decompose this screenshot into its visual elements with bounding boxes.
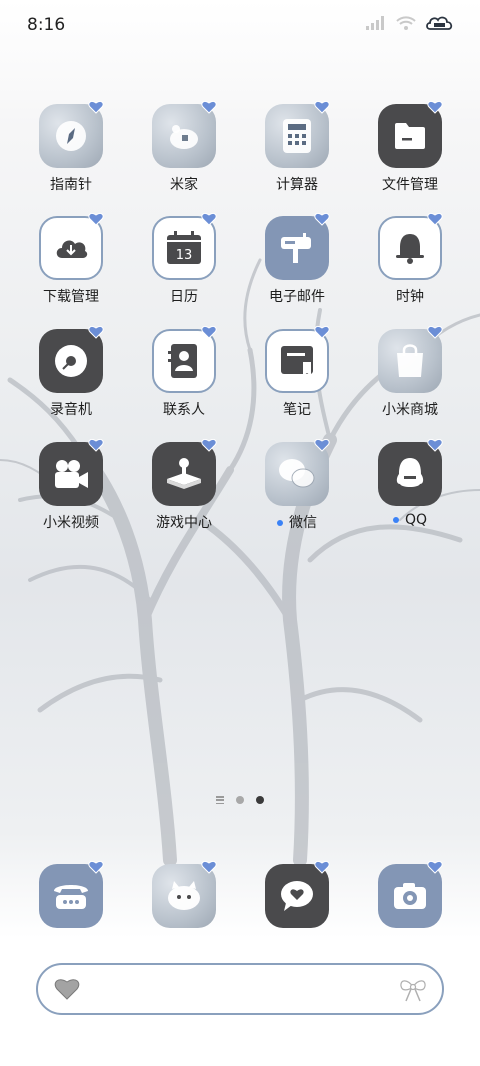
app-compass[interactable]: 指南针 <box>16 101 126 194</box>
calendar-day: 13 <box>176 248 193 263</box>
wifi-icon <box>396 16 416 30</box>
heart-badge-icon <box>427 326 443 339</box>
battery-cloud-icon <box>426 16 453 30</box>
app-calendar[interactable]: 13 日历 <box>129 213 239 306</box>
app-recorder[interactable]: 录音机 <box>16 326 126 419</box>
heart-badge-icon <box>314 326 330 339</box>
app-label: 录音机 <box>50 402 92 418</box>
video-camera-icon <box>55 460 88 488</box>
app-label: 指南针 <box>50 177 92 193</box>
app-label: 联系人 <box>163 402 205 418</box>
mailbox-icon <box>281 233 311 263</box>
heart-badge-icon <box>314 861 330 874</box>
app-label: 笔记 <box>283 402 311 418</box>
dock-messages[interactable] <box>129 861 239 928</box>
wechat-icon <box>279 459 315 488</box>
heart-badge-icon <box>201 213 217 226</box>
page-indicator[interactable] <box>0 796 480 804</box>
calculator-icon <box>283 119 311 153</box>
page-dot-active <box>256 796 264 804</box>
app-label: 小米视频 <box>43 515 99 531</box>
app-qq[interactable]: QQ <box>355 439 465 528</box>
dock-camera[interactable] <box>355 861 465 928</box>
heart-badge-icon <box>201 101 217 114</box>
app-label: 日历 <box>170 289 198 305</box>
chat-heart-icon <box>281 881 313 911</box>
search-bar[interactable] <box>36 963 444 1015</box>
app-label: 计算器 <box>276 177 318 193</box>
calendar-icon: 13 <box>167 231 201 264</box>
heart-badge-icon <box>88 101 104 114</box>
app-label: QQ <box>355 512 465 528</box>
app-label: 游戏中心 <box>156 515 212 531</box>
app-label: 下载管理 <box>43 289 99 305</box>
heart-badge-icon <box>88 439 104 452</box>
status-icons <box>366 14 454 32</box>
app-email[interactable]: 电子邮件 <box>242 213 352 306</box>
messages-cat-icon <box>168 881 200 910</box>
page-dot <box>236 796 244 804</box>
notes-icon <box>281 346 313 376</box>
compass-icon <box>56 121 86 151</box>
bell-icon <box>396 234 424 264</box>
app-download-manager[interactable]: 下载管理 <box>16 213 126 306</box>
app-notes[interactable]: 笔记 <box>242 326 352 419</box>
new-notification-dot <box>392 517 399 523</box>
signal-icon <box>366 16 384 30</box>
heart-badge-icon <box>88 326 104 339</box>
heart-badge-icon <box>427 861 443 874</box>
app-label-text: QQ <box>404 512 428 528</box>
folder-icon <box>395 123 425 149</box>
app-label-text: 微信 <box>289 515 317 531</box>
joystick-icon <box>167 458 201 489</box>
app-clock[interactable]: 时钟 <box>355 213 465 306</box>
phone-icon <box>54 885 88 909</box>
app-label: 时钟 <box>396 289 424 305</box>
app-mijia[interactable]: 米家 <box>129 101 239 194</box>
heart-badge-icon <box>427 439 443 452</box>
camera-icon <box>394 883 426 909</box>
mijia-icon <box>170 125 198 149</box>
app-label: 电子邮件 <box>269 289 325 305</box>
dock-chat[interactable] <box>242 861 352 928</box>
shopping-bag-icon <box>397 344 423 377</box>
status-time: 8:16 <box>27 15 66 35</box>
heart-badge-icon <box>427 213 443 226</box>
heart-badge-icon <box>314 213 330 226</box>
heart-badge-icon <box>88 861 104 874</box>
page-indicator-list-icon <box>216 796 224 804</box>
app-game-center[interactable]: 游戏中心 <box>129 439 239 532</box>
contacts-icon <box>168 344 197 378</box>
heart-badge-icon <box>201 439 217 452</box>
heart-icon <box>54 979 80 1000</box>
heart-badge-icon <box>427 101 443 114</box>
heart-badge-icon <box>201 861 217 874</box>
app-label: 小米商城 <box>382 402 438 418</box>
heart-badge-icon <box>201 326 217 339</box>
app-file-manager[interactable]: 文件管理 <box>355 101 465 194</box>
app-contacts[interactable]: 联系人 <box>129 326 239 419</box>
new-notification-dot <box>277 520 283 526</box>
app-wechat[interactable]: 微信 <box>242 439 352 532</box>
cloud-download-icon <box>56 240 88 258</box>
heart-badge-icon <box>88 213 104 226</box>
app-label: 文件管理 <box>382 177 438 193</box>
heart-badge-icon <box>314 101 330 114</box>
app-label: 米家 <box>170 177 198 193</box>
recorder-disc-icon <box>55 345 87 377</box>
qq-penguin-icon <box>396 458 424 487</box>
app-calculator[interactable]: 计算器 <box>242 101 352 194</box>
status-bar: 8:16 <box>0 0 480 52</box>
app-mi-video[interactable]: 小米视频 <box>16 439 126 532</box>
dock-phone[interactable] <box>16 861 126 928</box>
bow-icon <box>400 980 426 1002</box>
app-mi-store[interactable]: 小米商城 <box>355 326 465 419</box>
app-label: 微信 <box>242 512 352 532</box>
heart-badge-icon <box>314 439 330 452</box>
